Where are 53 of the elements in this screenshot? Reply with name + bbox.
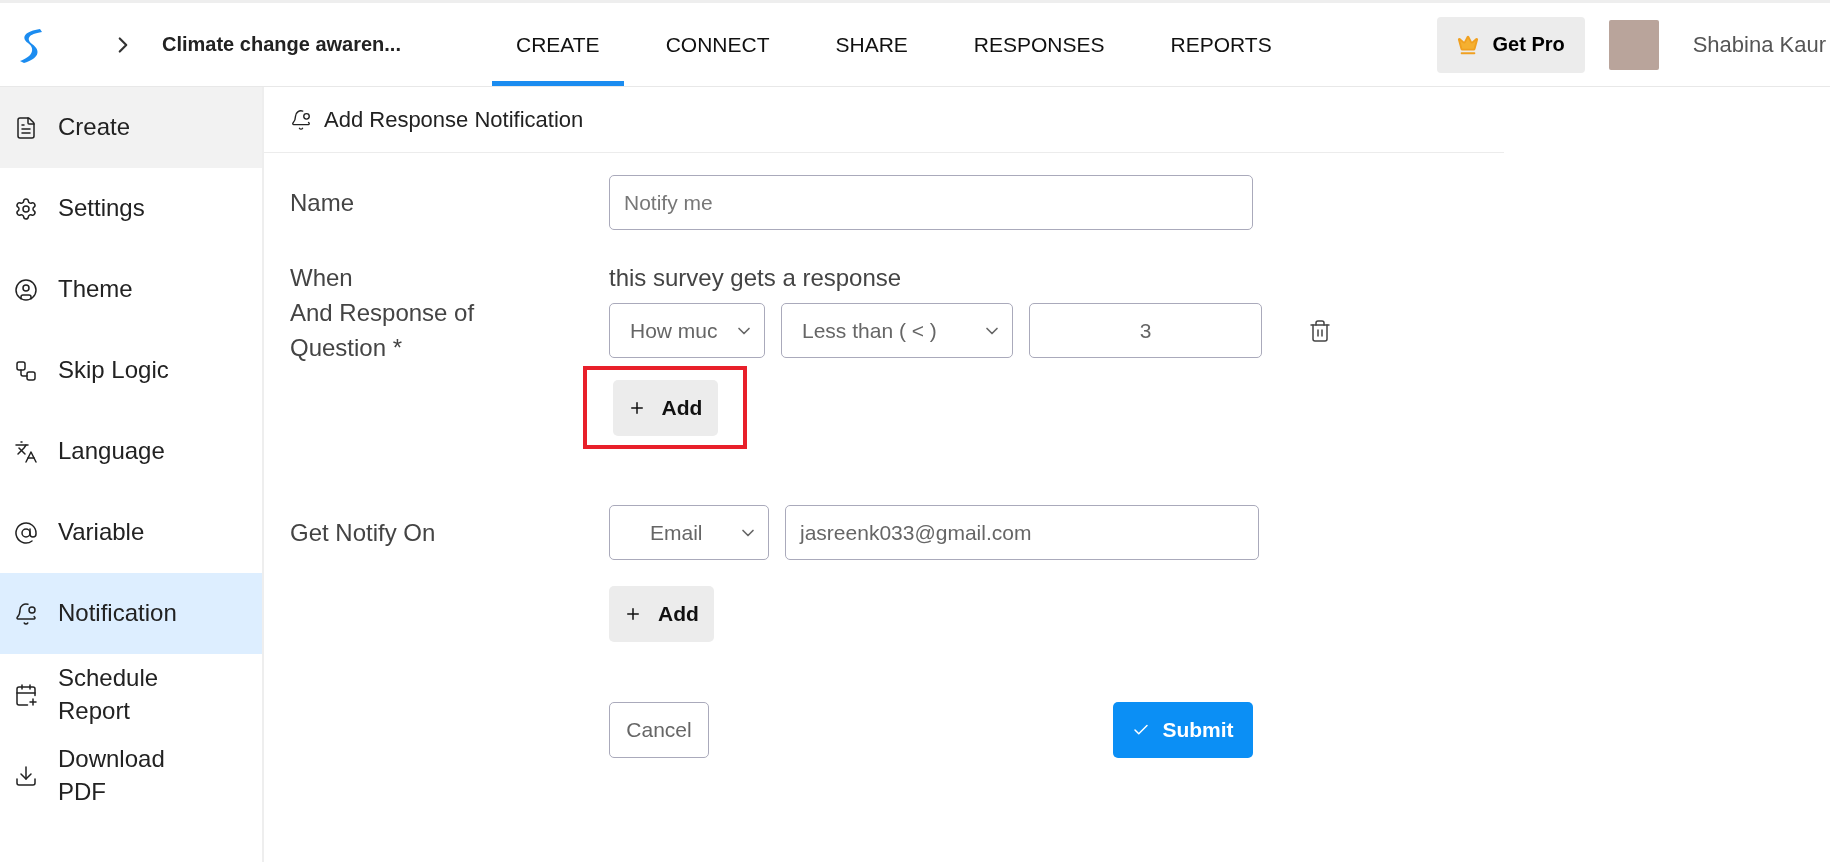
cancel-button[interactable]: Cancel [609, 702, 709, 758]
name-input[interactable]: Notify me [609, 175, 1253, 230]
notify-label: Get Notify On [290, 518, 437, 548]
nav-tab[interactable]: SHARE [811, 3, 932, 86]
nav-tab[interactable]: RESPONSES [949, 3, 1129, 86]
nav-tab[interactable]: REPORTS [1146, 3, 1296, 86]
nav-tab[interactable]: CREATE [492, 3, 624, 86]
when-label: When [290, 263, 354, 293]
nav-tab[interactable]: CONNECT [641, 3, 794, 86]
sidebar-item-label: Settings [58, 193, 146, 224]
sidebar-item-label: Language [58, 436, 166, 467]
crown-icon [1456, 33, 1479, 56]
document-icon [14, 115, 38, 140]
bell-icon [290, 108, 312, 131]
channel-select[interactable]: Email [609, 505, 769, 560]
calendar-plus-icon [14, 682, 38, 707]
avatar-photo-placeholder [1608, 19, 1659, 70]
at-sign-icon [14, 520, 38, 545]
name-label: Name [290, 188, 356, 218]
sidebar-item-label: Schedule Report [58, 663, 160, 726]
get-pro-button[interactable]: Get Pro [1436, 16, 1585, 73]
sidebar-item-label: Notification [58, 598, 178, 629]
sidebar-item-label: Variable [58, 517, 146, 548]
condition-label: And Response of Question * [290, 298, 476, 363]
panel-title: Add Response Notification [324, 106, 584, 133]
sidebar-item[interactable]: Create [0, 87, 262, 168]
sidebar-item[interactable]: Skip Logic [0, 330, 262, 411]
value-input[interactable]: 3 [1029, 303, 1262, 358]
bell-icon [14, 601, 38, 626]
translate-icon [14, 439, 38, 464]
sidebar-item[interactable]: Schedule Report [0, 654, 262, 735]
sidebar-item[interactable]: Download PDF [0, 735, 262, 816]
operator-select[interactable]: Less than ( < ) [781, 303, 1013, 358]
sidebar-item-label: Create [58, 112, 132, 143]
sidebar-item[interactable]: Settings [0, 168, 262, 249]
sidebar-item[interactable]: Theme [0, 249, 262, 330]
delete-icon[interactable] [1308, 318, 1332, 343]
question-select[interactable]: How muc [609, 303, 765, 358]
when-text: this survey gets a response [609, 263, 903, 293]
flow-icon [14, 358, 38, 383]
add-condition-button[interactable]: Add [612, 379, 718, 436]
sidebar-item[interactable]: Notification [0, 573, 262, 654]
email-input[interactable]: jasreenk033@gmail.com [785, 505, 1259, 560]
sidebar-item-label: Skip Logic [58, 355, 170, 386]
sidebar-item-label: Theme [58, 274, 134, 305]
sidebar-item[interactable]: Variable [0, 492, 262, 573]
survey-title: Climate change awaren... [162, 33, 402, 56]
sidebar-item[interactable]: Language [0, 411, 262, 492]
download-icon [14, 763, 38, 788]
settings-icon [14, 196, 38, 221]
add-channel-button[interactable]: Add [609, 586, 714, 642]
user-name: Shabina Kaur [1692, 31, 1826, 58]
sidebar-item-label: Download PDF [58, 744, 166, 807]
